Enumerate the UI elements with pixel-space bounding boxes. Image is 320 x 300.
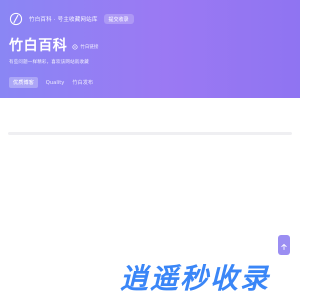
back-to-top-button[interactable] <box>278 235 290 255</box>
tab-quality[interactable]: Quality <box>46 78 65 88</box>
submit-button[interactable]: 提交收录 <box>103 14 134 24</box>
headline: 竹白百科 竹白链接 <box>9 35 98 55</box>
bamboo-logo-icon[interactable] <box>9 12 23 26</box>
domain-text: 竹白链接 <box>80 45 99 50</box>
tab-bar: 优质博客 Quality 竹白发布 <box>9 77 93 88</box>
watermark-text: 逍遥秒收录 <box>120 262 271 295</box>
domain-badge: 竹白链接 <box>72 44 98 50</box>
page: 竹白百科 · 号主收藏网站库 提交收录 竹白百科 竹白链接 有些问题一样精彩，喜… <box>0 0 300 300</box>
tab-quality-blog[interactable]: 优质博客 <box>9 77 38 88</box>
link-icon <box>72 44 78 50</box>
site-description: 有些问题一样精彩，喜欢该网站就收藏 <box>9 60 89 65</box>
page-title: 竹白百科 <box>9 38 68 54</box>
tab-bamboo-publish[interactable]: 竹白发布 <box>72 77 93 88</box>
content-divider <box>8 132 292 135</box>
site-subtitle: 竹白百科 · 号主收藏网站库 <box>29 17 98 23</box>
hero-header: 竹白百科 · 号主收藏网站库 提交收录 竹白百科 竹白链接 有些问题一样精彩，喜… <box>0 0 300 98</box>
topbar: 竹白百科 · 号主收藏网站库 提交收录 <box>9 11 134 27</box>
watermark-logo: 逍遥秒收录 <box>120 260 285 296</box>
back-to-top-icon <box>280 236 288 255</box>
